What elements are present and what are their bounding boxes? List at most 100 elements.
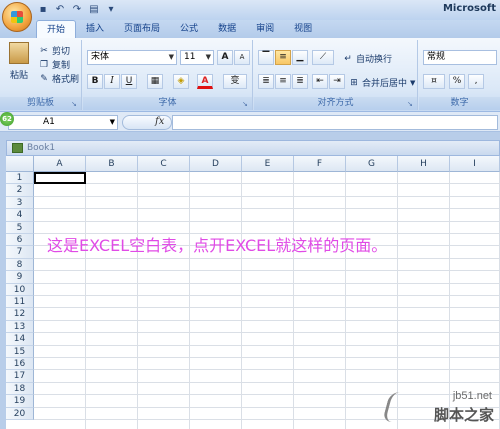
alignment-launcher-icon[interactable]: ↘ [407,100,415,108]
italic-button[interactable]: I [104,74,120,89]
insert-function-button[interactable]: fx [155,116,164,127]
align-top-button[interactable]: ▔ [258,50,274,65]
row-header[interactable]: 6 [6,234,34,247]
font-group: 宋体 ▼ 11 ▼ A A B I U ▦ ◈ A 变 字体 ↘ [83,40,253,110]
row-header[interactable]: 1 [6,172,34,185]
save-icon[interactable]: ▪ [36,3,50,16]
comma-style-button[interactable]: , [468,74,484,89]
align-right-button[interactable]: ≣ [292,74,308,89]
font-launcher-icon[interactable]: ↘ [242,100,250,108]
column-header[interactable]: E [242,156,294,172]
percent-button[interactable]: % [449,74,465,89]
print-icon[interactable]: ▤ [87,3,101,16]
fill-color-button[interactable]: ◈ [173,74,189,89]
row-header[interactable]: 10 [6,283,34,296]
column-header[interactable]: D [190,156,242,172]
formula-input[interactable] [172,115,498,130]
orientation-button[interactable]: ⟋ [312,50,334,65]
column-header[interactable]: F [294,156,346,172]
bold-button[interactable]: B [87,74,103,89]
row-header[interactable]: 7 [6,246,34,259]
row-header[interactable]: 2 [6,184,34,197]
customize-qat-icon[interactable]: ▾ [104,3,118,16]
font-color-button[interactable]: A [197,74,213,89]
copy-button[interactable]: ❐ 复制 [38,58,70,72]
row-header[interactable]: 12 [6,308,34,321]
row-header[interactable]: 13 [6,320,34,334]
grid-line [34,332,500,334]
shrink-font-button[interactable]: A [234,50,250,65]
row-header[interactable]: 14 [6,333,34,346]
paste-button[interactable]: 粘贴 [6,42,32,81]
row-header[interactable]: 8 [6,258,34,272]
alignment-label: 对齐方式 [254,97,417,110]
border-button[interactable]: ▦ [147,74,163,89]
fill-bucket-icon: ◈ [177,76,185,86]
cut-button[interactable]: ✂ 剪切 [38,44,70,58]
row-header[interactable]: 3 [6,196,34,210]
tab-page-layout[interactable]: 页面布局 [114,20,170,38]
grid-line [137,172,138,429]
align-left-button[interactable]: ≣ [258,74,274,89]
tab-review[interactable]: 审阅 [246,20,284,38]
grid-line [34,282,500,284]
clipboard-launcher-icon[interactable]: ↘ [71,100,79,108]
column-header[interactable]: G [346,156,398,172]
column-header[interactable]: I [450,156,500,172]
window-title: Microsoft [442,3,496,14]
title-bar: ▪ ↶ ↷ ▤ ▾ Microsoft [0,0,500,20]
align-center-button[interactable]: ≡ [275,74,291,89]
active-cell[interactable] [34,172,86,185]
row-header[interactable]: 18 [6,382,34,396]
font-size-combo[interactable]: 11 ▼ [180,50,214,65]
increase-indent-button[interactable]: ⇥ [329,74,345,89]
tab-insert[interactable]: 插入 [76,20,114,38]
row-header[interactable]: 5 [6,221,34,234]
redo-icon[interactable]: ↷ [70,3,84,16]
grid-line [34,381,500,383]
align-bottom-button[interactable]: ▁ [292,50,308,65]
font-name-combo[interactable]: 宋体 ▼ [87,50,177,65]
column-header[interactable]: B [86,156,138,172]
alignment-group: ▔ ≡ ▁ ⟋ ↵ 自动换行 ≣ ≡ ≣ ⇤ ⇥ ⊞ 合并后居中 ▼ 对齐方式 ↘ [254,40,418,110]
accounting-format-button[interactable]: ¤ [423,74,445,89]
annotation-text: 这是EXCEL空白表，点开EXCEL就这样的页面。 [47,236,388,255]
grid-line [34,307,500,309]
wrap-text-icon: ↵ [344,53,352,64]
grid-line [293,172,294,429]
row-header[interactable]: 20 [6,407,34,420]
green-badge: 62 [0,112,14,126]
tab-formulas[interactable]: 公式 [170,20,208,38]
quick-access-toolbar: ▪ ↶ ↷ ▤ ▾ [36,3,118,16]
name-box[interactable]: A1 ▼ [8,115,118,130]
row-header[interactable]: 19 [6,395,34,408]
merge-center-button[interactable]: ⊞ 合并后居中 ▼ [348,76,415,90]
format-painter-button[interactable]: ✎ 格式刷 [38,72,79,86]
copy-icon: ❐ [39,59,49,70]
tab-data[interactable]: 数据 [208,20,246,38]
tab-home[interactable]: 开始 [36,20,77,38]
underline-button[interactable]: U [121,74,137,89]
workbook-titlebar: Book1 [6,140,500,156]
merge-icon: ⊞ [350,77,358,88]
align-middle-button[interactable]: ≡ [275,50,291,65]
tab-view[interactable]: 视图 [284,20,322,38]
column-header[interactable]: C [138,156,190,172]
phonetic-button[interactable]: 变 [223,74,247,89]
row-header[interactable]: 17 [6,370,34,383]
row-header[interactable]: 16 [6,358,34,371]
wrap-text-button[interactable]: ↵ 自动换行 [342,52,392,66]
clipboard-group: 粘贴 ✂ 剪切 ❐ 复制 ✎ 格式刷 剪贴板 ↘ [0,40,82,110]
undo-icon[interactable]: ↶ [53,3,67,16]
column-header[interactable]: A [34,156,86,172]
grow-font-button[interactable]: A [217,50,233,65]
row-header[interactable]: 11 [6,296,34,309]
number-format-combo[interactable]: 常规 [423,50,497,65]
row-header[interactable]: 9 [6,271,34,284]
decrease-indent-button[interactable]: ⇤ [312,74,328,89]
office-button[interactable] [2,2,32,32]
column-header[interactable]: H [398,156,450,172]
row-header[interactable]: 15 [6,345,34,358]
select-all-corner[interactable] [6,156,34,172]
row-header[interactable]: 4 [6,209,34,222]
